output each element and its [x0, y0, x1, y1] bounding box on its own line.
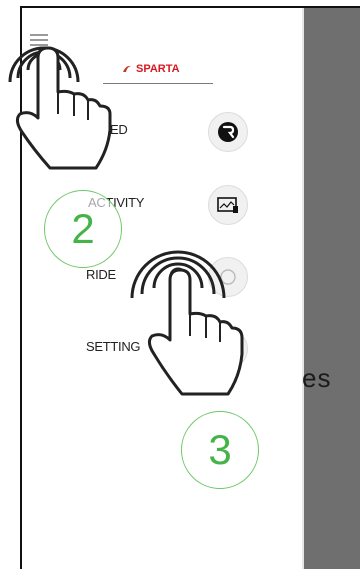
top-border — [20, 6, 360, 8]
tap-gesture-hand-icon — [8, 46, 112, 170]
brand-name: SPARTA — [136, 63, 180, 75]
scrim-overlay[interactable] — [302, 8, 360, 569]
activity-chart-icon — [208, 185, 248, 225]
tap-gesture-hand-icon — [130, 250, 244, 396]
step-number: 3 — [208, 426, 232, 473]
menu-item-label: RIDE — [86, 267, 116, 282]
screen: es SPARTA ED ACTIVITY RIDE SETTING 2 3 — [0, 0, 360, 569]
step-number-badge: 3 — [181, 411, 259, 489]
step-number: 2 — [71, 205, 95, 252]
step-number-badge: 2 — [44, 190, 122, 268]
r-logo-icon — [208, 112, 248, 152]
brand-logo: SPARTA — [122, 63, 180, 75]
drawer-edge — [302, 8, 304, 569]
background-text: es — [302, 363, 332, 393]
sparta-mark-icon — [123, 65, 131, 72]
